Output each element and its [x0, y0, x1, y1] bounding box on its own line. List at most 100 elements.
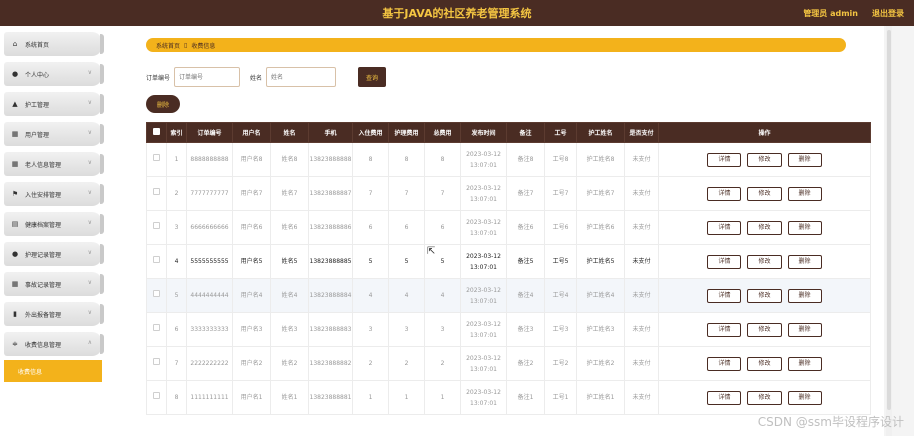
- select-all-cell[interactable]: [146, 122, 167, 143]
- edit-button[interactable]: 修改: [747, 390, 782, 405]
- sidebar-subitem-fee-info[interactable]: 收费信息: [4, 360, 102, 382]
- edit-button[interactable]: 修改: [747, 356, 782, 371]
- name-input[interactable]: [266, 67, 337, 87]
- name-cell: 姓名7: [270, 176, 309, 211]
- delete-button[interactable]: 删除: [787, 220, 822, 235]
- detail-button[interactable]: 详情: [707, 186, 742, 201]
- delete-button[interactable]: 删除: [787, 186, 822, 201]
- remark-cell: 备注1: [506, 380, 545, 415]
- row-checkbox[interactable]: [153, 290, 160, 297]
- breadcrumb-separator: ▯: [184, 41, 188, 49]
- row-index-cell: 6: [166, 312, 187, 347]
- row-checkbox[interactable]: [153, 358, 160, 365]
- order-number-input[interactable]: [174, 67, 241, 87]
- column-header: 备注: [506, 122, 545, 143]
- sidebar-item-fees[interactable]: ≑ 收费信息管理 ∧: [4, 332, 104, 356]
- row-select-cell[interactable]: [146, 278, 167, 313]
- table-row: 4 5555555555 用户名5 姓名5 13823888885 5 5 5 2023-03-…: [146, 244, 871, 279]
- edit-button[interactable]: 修改: [747, 288, 782, 303]
- table-row: 2 7777777777 用户名7 姓名7 13823888887 7 7 7 2023-03-…: [146, 176, 871, 211]
- chevron-up-icon: ∧: [87, 339, 92, 346]
- username-cell: 用户名8: [232, 142, 271, 177]
- order-number-cell: 4444444444: [186, 278, 233, 313]
- select-all-checkbox[interactable]: [153, 128, 160, 135]
- edit-button[interactable]: 修改: [747, 220, 782, 235]
- chevron-down-icon: ∨: [87, 219, 92, 226]
- sidebar-item-nursing[interactable]: ● 护理记录管理 ∨: [4, 242, 104, 266]
- username-cell: 用户名2: [232, 346, 271, 381]
- row-checkbox[interactable]: [153, 222, 160, 229]
- detail-button[interactable]: 详情: [707, 254, 742, 269]
- watermark: CSDN @ssm毕设程序设计: [757, 415, 904, 429]
- edit-button[interactable]: 修改: [747, 152, 782, 167]
- detail-button[interactable]: 详情: [707, 288, 742, 303]
- table-icon: ▤: [11, 220, 19, 228]
- nursing-fee-cell: 6: [388, 210, 425, 245]
- sidebar-item-checkin[interactable]: ⚑ 入住安排管理 ∨: [4, 182, 104, 206]
- row-select-cell[interactable]: [146, 142, 167, 177]
- column-header: 索引: [166, 122, 187, 143]
- phone-cell: 13823888886: [308, 210, 353, 245]
- sidebar-item-label: 个人中心: [25, 71, 50, 79]
- row-checkbox[interactable]: [153, 324, 160, 331]
- row-select-cell[interactable]: [146, 380, 167, 415]
- total-fee-cell: 7: [424, 176, 461, 211]
- delete-button[interactable]: 删除: [787, 288, 822, 303]
- row-checkbox[interactable]: [153, 392, 160, 399]
- search-button[interactable]: 查询: [358, 67, 387, 87]
- row-select-cell[interactable]: [146, 312, 167, 347]
- payment-status-cell: 未支付: [624, 380, 659, 415]
- row-select-cell[interactable]: [146, 346, 167, 381]
- phone-cell: 13823888885: [308, 244, 353, 279]
- delete-button[interactable]: 删除: [787, 322, 822, 337]
- sidebar-item-outings[interactable]: ▮ 外出报备管理 ∨: [4, 302, 104, 326]
- name-cell: 姓名8: [270, 142, 309, 177]
- sidebar-item-label: 系统首页: [25, 41, 50, 49]
- order-number-cell: 8888888888: [186, 142, 233, 177]
- logout-link[interactable]: 退出登录: [872, 8, 904, 19]
- delete-button[interactable]: 删除: [787, 152, 822, 167]
- edit-button[interactable]: 修改: [747, 186, 782, 201]
- detail-button[interactable]: 详情: [707, 356, 742, 371]
- sidebar-item-label: 护工管理: [25, 101, 50, 109]
- detail-button[interactable]: 详情: [707, 322, 742, 337]
- sidebar-item-accidents[interactable]: ▦ 事故记录管理 ∨: [4, 272, 104, 296]
- row-checkbox[interactable]: [153, 188, 160, 195]
- table-body: 1 8888888888 用户名8 姓名8 13823888888 8 8 8 2023-03-…: [146, 142, 871, 415]
- remark-cell: 备注6: [506, 210, 545, 245]
- column-header: 总费用: [424, 122, 461, 143]
- page-scrollbar[interactable]: [886, 26, 892, 436]
- sidebar-item-caregivers[interactable]: ▲ 护工管理 ∨: [4, 92, 104, 116]
- row-checkbox[interactable]: [153, 256, 160, 263]
- breadcrumb-home[interactable]: 系统首页: [156, 41, 180, 50]
- detail-button[interactable]: 详情: [707, 152, 742, 167]
- nursing-fee-cell: 7: [388, 176, 425, 211]
- delete-button[interactable]: 删除: [787, 390, 822, 405]
- order-number-cell: 1111111111: [186, 380, 233, 415]
- delete-button[interactable]: 删除: [787, 254, 822, 269]
- row-checkbox[interactable]: [153, 154, 160, 161]
- sidebar-item-home[interactable]: ⌂ 系统首页: [4, 32, 104, 56]
- detail-button[interactable]: 详情: [707, 220, 742, 235]
- sidebar-item-profile[interactable]: ● 个人中心 ∨: [4, 62, 104, 86]
- delete-button[interactable]: 删除: [787, 356, 822, 371]
- nursing-fee-cell: 5: [388, 244, 425, 279]
- edit-button[interactable]: 修改: [747, 322, 782, 337]
- sidebar-item-elderly[interactable]: ▦ 老人信息管理 ∨: [4, 152, 104, 176]
- total-fee-cell: 1: [424, 380, 461, 415]
- actions-cell: 详情 修改 删除: [658, 210, 871, 245]
- sidebar-item-health[interactable]: ▤ 健康档案管理 ∨: [4, 212, 104, 236]
- scrollbar-thumb[interactable]: [887, 30, 891, 410]
- staff-id-cell: 工号6: [544, 210, 577, 245]
- detail-button[interactable]: 详情: [707, 390, 742, 405]
- batch-delete-button[interactable]: 删除: [146, 95, 180, 113]
- sidebar-item-users[interactable]: ▦ 用户管理 ∨: [4, 122, 104, 146]
- row-index-cell: 4: [166, 244, 187, 279]
- edit-button[interactable]: 修改: [747, 254, 782, 269]
- row-select-cell[interactable]: [146, 210, 167, 245]
- staff-id-cell: 工号8: [544, 142, 577, 177]
- payment-status-cell: 未支付: [624, 244, 659, 279]
- row-select-cell[interactable]: [146, 176, 167, 211]
- remark-cell: 备注3: [506, 312, 545, 347]
- row-select-cell[interactable]: [146, 244, 167, 279]
